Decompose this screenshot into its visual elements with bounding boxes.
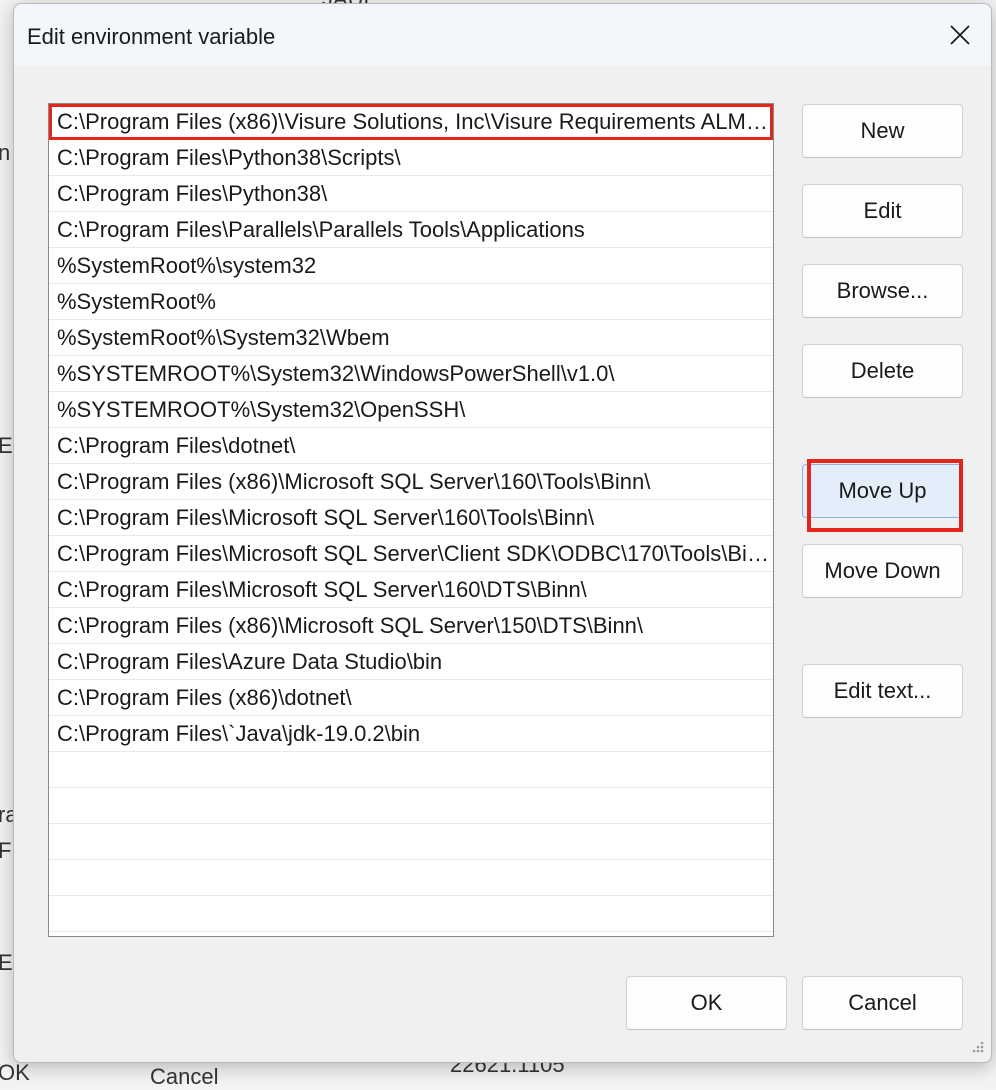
list-item[interactable]: %SystemRoot%\system32 bbox=[49, 248, 773, 284]
resize-grip-icon[interactable] bbox=[969, 1040, 985, 1056]
edit-button[interactable]: Edit bbox=[802, 184, 963, 238]
delete-button[interactable]: Delete bbox=[802, 344, 963, 398]
list-item[interactable]: C:\Program Files\Microsoft SQL Server\16… bbox=[49, 572, 773, 608]
close-button[interactable] bbox=[929, 4, 991, 66]
path-entries-list[interactable]: C:\Program Files (x86)\Visure Solutions,… bbox=[48, 103, 774, 937]
dialog-title: Edit environment variable bbox=[27, 24, 276, 49]
list-item-selected[interactable]: C:\Program Files (x86)\Visure Solutions,… bbox=[49, 104, 773, 140]
list-item[interactable]: C:\Program Files\Azure Data Studio\bin bbox=[49, 644, 773, 680]
bg-fragment-left-1: n bbox=[0, 140, 11, 165]
list-item-empty[interactable] bbox=[49, 752, 773, 788]
list-item[interactable]: C:\Program Files\dotnet\ bbox=[49, 428, 773, 464]
edit-text-button[interactable]: Edit text... bbox=[802, 664, 963, 718]
bg-fragment-left-6: OK bbox=[0, 1060, 30, 1085]
list-item[interactable]: %SystemRoot%\System32\Wbem bbox=[49, 320, 773, 356]
new-button[interactable]: New bbox=[802, 104, 963, 158]
move-up-button[interactable]: Move Up bbox=[802, 464, 963, 518]
list-item-empty[interactable] bbox=[49, 788, 773, 824]
list-item[interactable]: C:\Program Files\Microsoft SQL Server\16… bbox=[49, 500, 773, 536]
list-item[interactable]: %SystemRoot% bbox=[49, 284, 773, 320]
list-item-empty[interactable] bbox=[49, 824, 773, 860]
list-item[interactable]: C:\Program Files\`Java\jdk-19.0.2\bin bbox=[49, 716, 773, 752]
bg-fragment-bottom-cancel: Cancel bbox=[150, 1064, 219, 1089]
list-item-empty[interactable] bbox=[49, 896, 773, 932]
list-item[interactable]: C:\Program Files\Microsoft SQL Server\Cl… bbox=[49, 536, 773, 572]
title-bar: Edit environment variable bbox=[14, 4, 991, 66]
list-item[interactable]: C:\Program Files (x86)\dotnet\ bbox=[49, 680, 773, 716]
list-item[interactable]: %SYSTEMROOT%\System32\OpenSSH\ bbox=[49, 392, 773, 428]
edit-env-variable-dialog: Edit environment variable C:\Program Fil… bbox=[13, 3, 992, 1063]
cancel-button[interactable]: Cancel bbox=[802, 976, 963, 1030]
list-item[interactable]: C:\Program Files\Python38\Scripts\ bbox=[49, 140, 773, 176]
list-item[interactable]: C:\Program Files\Python38\ bbox=[49, 176, 773, 212]
close-icon bbox=[950, 25, 970, 45]
move-down-button[interactable]: Move Down bbox=[802, 544, 963, 598]
list-item[interactable]: C:\Program Files\Parallels\Parallels Too… bbox=[49, 212, 773, 248]
browse-button[interactable]: Browse... bbox=[802, 264, 963, 318]
ok-button[interactable]: OK bbox=[626, 976, 787, 1030]
list-item-empty[interactable] bbox=[49, 860, 773, 896]
list-item[interactable]: %SYSTEMROOT%\System32\WindowsPowerShell\… bbox=[49, 356, 773, 392]
list-item[interactable]: C:\Program Files (x86)\Microsoft SQL Ser… bbox=[49, 608, 773, 644]
list-item[interactable]: C:\Program Files (x86)\Microsoft SQL Ser… bbox=[49, 464, 773, 500]
